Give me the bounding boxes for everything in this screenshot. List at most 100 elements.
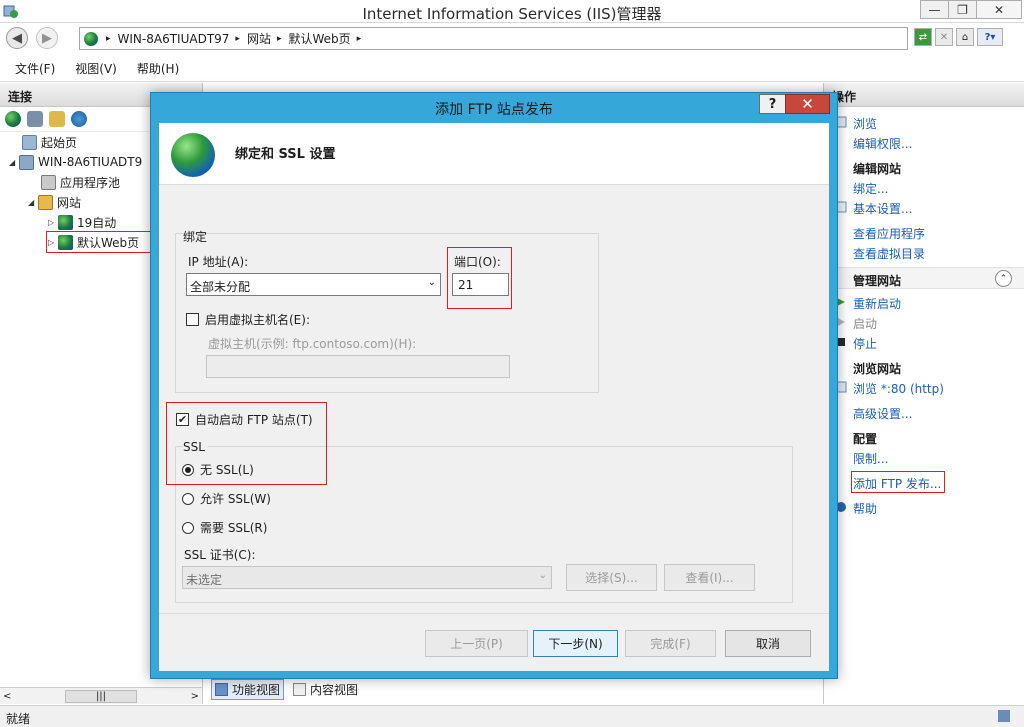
section-config: 配置 <box>853 432 878 446</box>
cert-value: 未选定 <box>186 573 223 587</box>
tree-node-site-19[interactable]: ▷ 19自动 <box>48 212 116 232</box>
help-icon[interactable]: ?▾ <box>977 28 1003 46</box>
connect-icon[interactable] <box>5 111 21 127</box>
menu-help[interactable]: 帮助(H) <box>137 60 179 77</box>
prev-button[interactable]: 上一页(P) <box>425 630 528 657</box>
action-view-apps[interactable]: 查看应用程序 <box>853 225 925 242</box>
tree-node-app-pools[interactable]: 应用程序池 <box>41 172 120 192</box>
menu-view[interactable]: 视图(V) <box>75 60 117 77</box>
address-toolbar: ⇄ ✕ ⌂ ?▾ <box>914 28 1006 46</box>
highlight-box <box>46 231 156 253</box>
action-start[interactable]: 启动 <box>853 315 877 332</box>
breadcrumb-sites[interactable]: 网站 <box>247 30 271 47</box>
action-view-vdirs[interactable]: 查看虚拟目录 <box>853 245 925 262</box>
horizontal-scrollbar[interactable]: < ||| > <box>0 687 202 704</box>
features-view-icon <box>215 682 228 696</box>
window-controls: — ❐ ✕ <box>920 0 1022 19</box>
tree-label: 应用程序池 <box>60 175 121 190</box>
breadcrumb-separator: ▸ <box>356 33 362 44</box>
action-basic-settings[interactable]: 基本设置... <box>853 200 912 217</box>
window-title-bar: Internet Information Services (IIS)管理器 —… <box>0 0 1024 23</box>
maximize-button[interactable]: ❐ <box>948 0 977 19</box>
tab-label: 功能视图 <box>232 682 281 697</box>
refresh-icon[interactable]: ⇄ <box>914 28 932 46</box>
collapse-up-icon[interactable]: ⌃ <box>995 270 1012 287</box>
vhost-checkbox-label: 启用虚拟主机名(E): <box>205 313 310 327</box>
action-help[interactable]: 帮助 <box>853 500 877 517</box>
scroll-thumb-icon[interactable]: ||| <box>64 689 138 703</box>
server-icon <box>19 154 34 170</box>
home-icon[interactable]: ⌂ <box>956 28 974 46</box>
vhost-input[interactable] <box>206 355 510 378</box>
view-cert-button[interactable]: 查看(I)... <box>664 564 755 591</box>
ssl-require-label: 需要 SSL(R) <box>200 521 268 535</box>
breadcrumb-separator: ▸ <box>276 33 282 44</box>
tree-label: WIN-8A6TIUADT9 <box>38 155 143 169</box>
vhost-checkbox-row[interactable]: 启用虚拟主机名(E): <box>186 311 310 328</box>
forward-button[interactable]: ▶ <box>36 27 58 49</box>
ssl-require-radio[interactable] <box>182 521 194 534</box>
vhost-checkbox[interactable] <box>186 313 199 326</box>
cert-select[interactable]: 未选定 ⌄ <box>182 566 552 589</box>
close-button[interactable]: ✕ <box>976 0 1022 19</box>
add-ftp-dialog: 添加 FTP 站点发布 ? ✕ 绑定和 SSL 设置 绑定 IP 地址(A): … <box>150 92 838 679</box>
ip-address-select[interactable]: 全部未分配 ⌄ <box>186 273 441 296</box>
status-bar: 就绪 <box>0 705 1024 727</box>
dialog-help-button[interactable]: ? <box>759 94 786 114</box>
tree-label: 起始页 <box>41 135 78 150</box>
minimize-button[interactable]: — <box>920 0 949 19</box>
ssl-allow-radio-row[interactable]: 允许 SSL(W) <box>182 490 271 507</box>
up-folder-icon[interactable] <box>49 111 65 127</box>
action-edit-permissions[interactable]: 编辑权限... <box>853 135 912 152</box>
action-browse[interactable]: 浏览 <box>853 115 877 132</box>
highlight-box <box>447 247 512 309</box>
ip-label: IP 地址(A): <box>188 255 249 269</box>
ssl-require-radio-row[interactable]: 需要 SSL(R) <box>182 519 267 536</box>
app-pool-icon <box>41 174 56 190</box>
dialog-title: 添加 FTP 站点发布 <box>435 102 553 118</box>
features-view-tab[interactable]: 功能视图 <box>211 678 285 700</box>
action-limits[interactable]: 限制... <box>853 450 888 467</box>
section-browse-site: 浏览网站 <box>853 362 902 376</box>
action-bindings[interactable]: 绑定... <box>853 180 888 197</box>
save-icon[interactable] <box>27 111 43 127</box>
site-globe-icon <box>58 214 73 230</box>
tree-node-sites[interactable]: ◢ 网站 <box>28 192 81 212</box>
actions-header: 操作 <box>824 83 1024 107</box>
disconnect-icon[interactable] <box>71 111 87 127</box>
finish-button[interactable]: 完成(F) <box>625 630 716 657</box>
stop-icon[interactable]: ✕ <box>935 28 953 46</box>
select-cert-button[interactable]: 选择(S)... <box>566 564 657 591</box>
content-view-icon <box>293 682 307 696</box>
next-button[interactable]: 下一步(N) <box>533 630 618 657</box>
ftp-globe-icon <box>171 133 215 177</box>
chevron-down-icon: ⌄ <box>538 570 547 581</box>
address-row: ◀ ▶ ▸ WIN-8A6TIUADT97 ▸ 网站 ▸ 默认Web页 ▸ ⇄ … <box>0 24 1024 54</box>
window-title: Internet Information Services (IIS)管理器 <box>362 5 662 23</box>
collapse-arrow-icon[interactable]: ◢ <box>9 158 19 167</box>
cancel-button[interactable]: 取消 <box>725 630 811 657</box>
cert-label: SSL 证书(C): <box>184 548 256 562</box>
address-bar[interactable]: ▸ WIN-8A6TIUADT97 ▸ 网站 ▸ 默认Web页 ▸ <box>79 27 908 50</box>
ssl-allow-radio[interactable] <box>182 492 194 505</box>
breadcrumb-site[interactable]: 默认Web页 <box>289 30 351 47</box>
ssl-allow-label: 允许 SSL(W) <box>200 492 271 506</box>
sites-folder-icon <box>38 194 53 210</box>
back-button[interactable]: ◀ <box>6 27 28 49</box>
tree-node-server[interactable]: ◢ WIN-8A6TIUADT9 <box>9 152 142 172</box>
content-view-tab[interactable]: 内容视图 <box>290 680 361 699</box>
scroll-left-icon[interactable]: < <box>3 691 11 702</box>
breadcrumb-server[interactable]: WIN-8A6TIUADT97 <box>118 32 230 46</box>
action-restart[interactable]: 重新启动 <box>853 295 901 312</box>
expand-arrow-icon[interactable]: ▷ <box>48 218 58 227</box>
back-arrow-icon: ◀ <box>12 30 22 46</box>
scroll-right-icon[interactable]: > <box>191 691 199 702</box>
tree-node-start-page[interactable]: 起始页 <box>22 132 77 152</box>
tree-label: 19自动 <box>77 215 117 230</box>
dialog-close-button[interactable]: ✕ <box>785 94 830 114</box>
collapse-arrow-icon[interactable]: ◢ <box>28 198 38 207</box>
action-stop[interactable]: 停止 <box>853 335 877 352</box>
action-advanced-settings[interactable]: 高级设置... <box>853 405 912 422</box>
action-browse-80[interactable]: 浏览 *:80 (http) <box>853 380 944 397</box>
menu-file[interactable]: 文件(F) <box>15 60 55 77</box>
